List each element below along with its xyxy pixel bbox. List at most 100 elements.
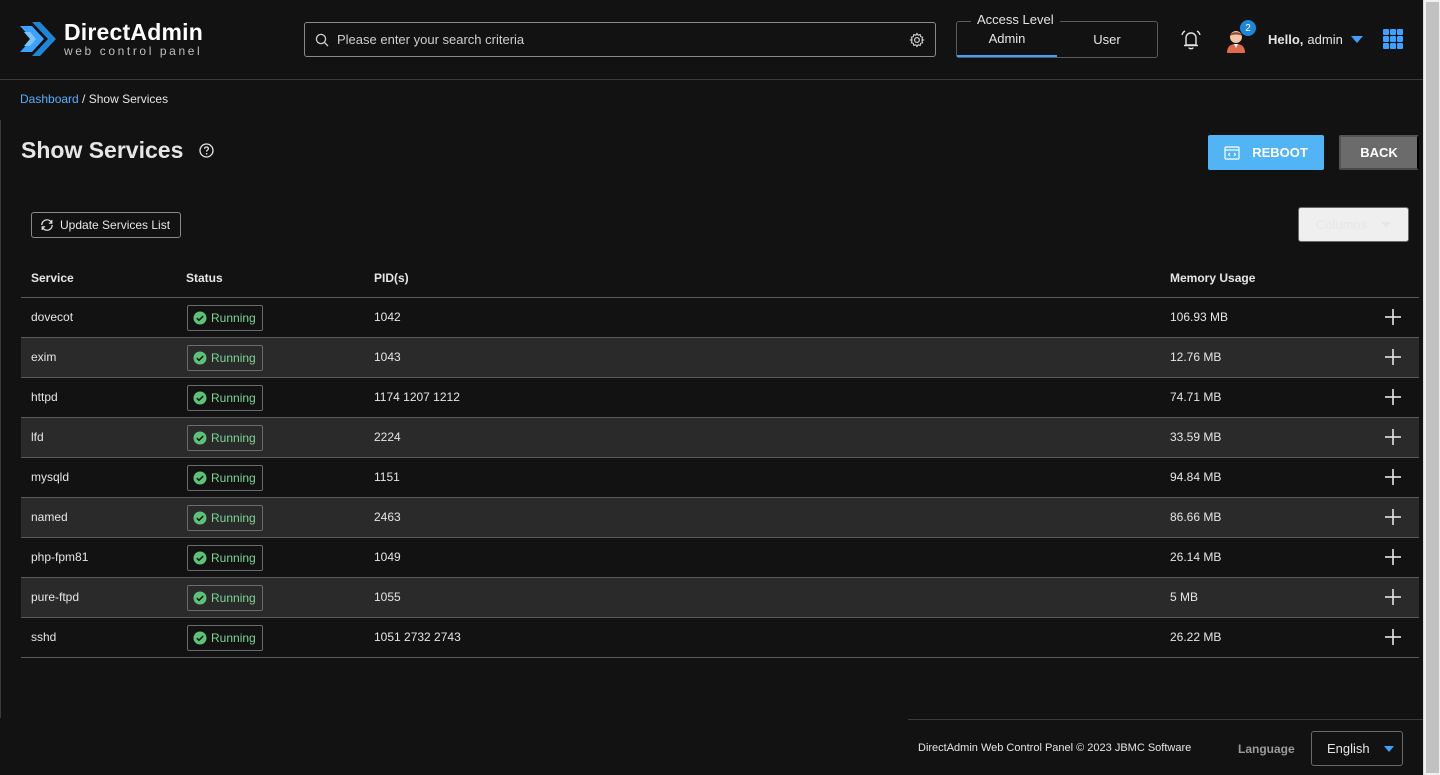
table-row: pure-ftpd Running 1055 5 MB xyxy=(21,578,1419,618)
service-memory: 12.76 MB xyxy=(1170,350,1222,364)
check-circle-icon xyxy=(193,631,207,645)
top-header: DirectAdmin web control panel Access Lev… xyxy=(0,0,1423,80)
service-memory: 74.71 MB xyxy=(1170,390,1222,404)
columns-label: Columns xyxy=(1315,217,1368,232)
status-label: Running xyxy=(211,311,256,325)
language-label: Language xyxy=(1238,742,1295,756)
header-memory[interactable]: Memory Usage xyxy=(1170,271,1255,285)
language-value: English xyxy=(1327,741,1370,756)
access-tab-admin[interactable]: Admin xyxy=(957,22,1057,57)
service-memory: 94.84 MB xyxy=(1170,470,1222,484)
columns-dropdown[interactable]: Columns xyxy=(1298,207,1409,242)
check-circle-icon xyxy=(193,551,207,565)
greeting-label: Hello, xyxy=(1268,32,1304,47)
status-badge: Running xyxy=(187,545,263,571)
plus-icon[interactable] xyxy=(1384,388,1402,406)
apps-grid-icon[interactable] xyxy=(1383,29,1403,49)
header-status[interactable]: Status xyxy=(186,271,223,285)
status-label: Running xyxy=(211,591,256,605)
breadcrumb: Dashboard / Show Services xyxy=(20,92,168,106)
service-pids: 1151 xyxy=(374,470,400,484)
status-label: Running xyxy=(211,391,256,405)
breadcrumb-current: Show Services xyxy=(88,92,169,106)
plus-icon[interactable] xyxy=(1384,468,1402,486)
caret-down-icon xyxy=(1350,36,1363,43)
plus-icon[interactable] xyxy=(1384,548,1402,566)
bell-icon[interactable] xyxy=(1178,27,1204,53)
check-circle-icon xyxy=(193,431,207,445)
language-select[interactable]: English xyxy=(1311,731,1403,766)
header-service[interactable]: Service xyxy=(31,271,74,285)
status-label: Running xyxy=(211,511,256,525)
service-pids: 1055 xyxy=(374,590,401,604)
service-name: mysqld xyxy=(31,470,70,484)
access-level-switch: Access Level Admin User xyxy=(956,12,1158,58)
plus-icon[interactable] xyxy=(1384,508,1402,526)
footer-divider xyxy=(908,719,1423,720)
plus-icon[interactable] xyxy=(1384,428,1402,446)
status-badge: Running xyxy=(187,585,263,611)
notification-badge: 2 xyxy=(1240,20,1256,36)
reboot-button[interactable]: REBOOT xyxy=(1208,135,1324,170)
table-header: Service Status PID(s) Memory Usage xyxy=(21,258,1419,298)
plus-icon[interactable] xyxy=(1384,628,1402,646)
service-name: dovecot xyxy=(31,310,74,324)
table-row: sshd Running 1051 2732 2743 26.22 MB xyxy=(21,618,1419,658)
service-name: lfd xyxy=(31,430,44,444)
scrollbar-thumb[interactable] xyxy=(1426,2,1439,773)
plus-icon[interactable] xyxy=(1384,588,1402,606)
service-name: exim xyxy=(31,350,57,364)
footer-copyright: DirectAdmin Web Control Panel © 2023 JBM… xyxy=(918,742,1192,754)
service-memory: 26.22 MB xyxy=(1170,630,1222,644)
service-memory: 106.93 MB xyxy=(1170,310,1229,324)
service-pids: 2463 xyxy=(374,510,401,524)
header-pids[interactable]: PID(s) xyxy=(374,271,409,285)
breadcrumb-dashboard[interactable]: Dashboard xyxy=(20,92,79,106)
status-badge: Running xyxy=(187,465,263,491)
service-pids: 1051 2732 2743 xyxy=(374,630,461,644)
status-label: Running xyxy=(211,551,256,565)
search-input[interactable] xyxy=(337,32,909,47)
service-memory: 33.59 MB xyxy=(1170,430,1222,444)
check-circle-icon xyxy=(193,351,207,365)
service-name: php-fpm81 xyxy=(31,550,89,564)
service-name: pure-ftpd xyxy=(31,590,80,604)
back-button[interactable]: BACK xyxy=(1339,135,1419,170)
status-badge: Running xyxy=(187,425,263,451)
username-label: admin xyxy=(1307,32,1343,47)
table-row: httpd Running 1174 1207 1212 74.71 MB xyxy=(21,378,1419,418)
reboot-label: REBOOT xyxy=(1252,145,1308,160)
table-row: mysqld Running 1151 94.84 MB xyxy=(21,458,1419,498)
update-services-button[interactable]: Update Services List xyxy=(31,212,182,238)
vertical-scrollbar[interactable] xyxy=(1423,0,1440,775)
check-circle-icon xyxy=(193,591,207,605)
status-label: Running xyxy=(211,471,256,485)
page-title-text: Show Services xyxy=(21,137,184,163)
status-label: Running xyxy=(211,431,256,445)
page-title: Show Services xyxy=(21,137,215,164)
user-menu[interactable]: Hello, admin xyxy=(1268,32,1363,47)
service-name: named xyxy=(31,510,68,524)
check-circle-icon xyxy=(193,471,207,485)
service-pids: 2224 xyxy=(374,430,401,444)
table-row: lfd Running 2224 33.59 MB xyxy=(21,418,1419,458)
plus-icon[interactable] xyxy=(1384,348,1402,366)
update-services-label: Update Services List xyxy=(60,218,171,232)
access-tab-user[interactable]: User xyxy=(1057,22,1157,57)
directadmin-logo-icon xyxy=(20,22,56,56)
reboot-icon xyxy=(1224,145,1240,160)
breadcrumb-separator: / xyxy=(78,92,89,106)
table-row: exim Running 1043 12.76 MB xyxy=(21,338,1419,378)
service-name: httpd xyxy=(31,390,58,404)
service-memory: 5 MB xyxy=(1170,590,1199,604)
refresh-icon xyxy=(41,219,53,231)
help-icon[interactable] xyxy=(199,143,215,158)
service-memory: 86.66 MB xyxy=(1170,510,1222,524)
plus-icon[interactable] xyxy=(1384,308,1402,326)
search-bar xyxy=(304,22,936,57)
gear-icon[interactable] xyxy=(909,32,925,48)
service-pids: 1043 xyxy=(374,350,401,364)
directadmin-logo[interactable]: DirectAdmin web control panel xyxy=(18,18,203,60)
search-icon xyxy=(315,33,329,46)
status-badge: Running xyxy=(187,385,263,411)
